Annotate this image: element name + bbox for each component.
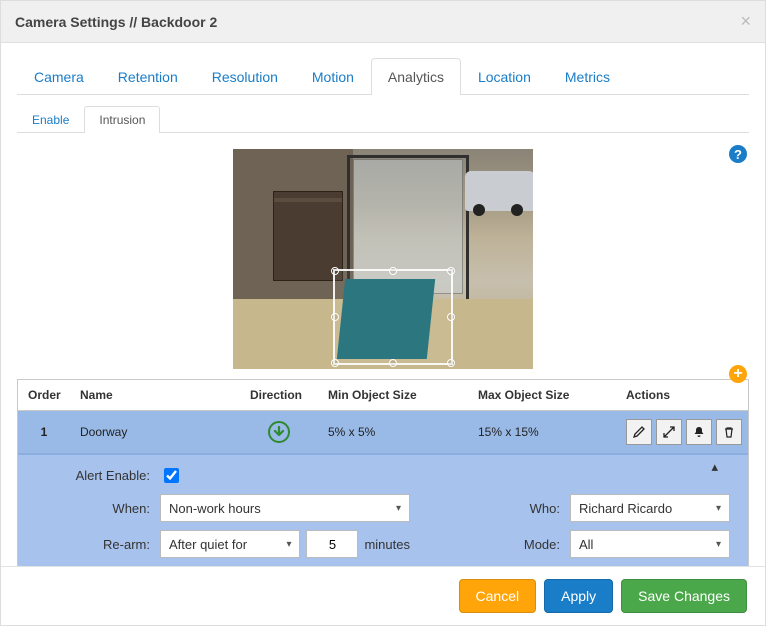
subtab-intrusion[interactable]: Intrusion xyxy=(84,106,160,133)
who-select[interactable]: Richard Ricardo ▾ xyxy=(570,494,730,522)
region-handle-e[interactable] xyxy=(447,313,455,321)
mode-value: All xyxy=(579,537,593,552)
region-handle-w[interactable] xyxy=(331,313,339,321)
chevron-down-icon: ▾ xyxy=(716,503,721,514)
regions-grid: Order Name Direction Min Object Size Max… xyxy=(17,379,749,566)
chevron-down-icon: ▾ xyxy=(716,539,721,550)
grid-row[interactable]: 1 Doorway 5% x 5% 15% x 15% xyxy=(18,411,748,454)
mode-select[interactable]: All ▾ xyxy=(570,530,730,558)
delete-icon[interactable] xyxy=(716,419,742,445)
chevron-down-icon: ▾ xyxy=(396,503,401,514)
row-order: 1 xyxy=(18,417,70,447)
tab-camera[interactable]: Camera xyxy=(17,58,101,95)
chevron-down-icon: ▾ xyxy=(286,539,291,550)
col-direction: Direction xyxy=(240,380,318,410)
resize-icon[interactable] xyxy=(656,419,682,445)
dialog-footer: Cancel Apply Save Changes xyxy=(1,566,765,625)
help-icon[interactable]: ? xyxy=(729,145,747,163)
alert-enable-checkbox[interactable] xyxy=(164,468,179,483)
preview-row: ? xyxy=(17,143,749,379)
region-handle-s[interactable] xyxy=(389,359,397,367)
col-order: Order xyxy=(18,380,70,410)
tab-motion[interactable]: Motion xyxy=(295,58,371,95)
tab-resolution[interactable]: Resolution xyxy=(195,58,295,95)
tab-metrics[interactable]: Metrics xyxy=(548,58,627,95)
save-changes-button[interactable]: Save Changes xyxy=(621,579,747,613)
col-actions: Actions xyxy=(616,380,748,410)
region-handle-n[interactable] xyxy=(389,267,397,275)
direction-down-icon xyxy=(268,421,290,443)
who-value: Richard Ricardo xyxy=(579,501,672,516)
tab-analytics[interactable]: Analytics xyxy=(371,58,461,95)
label-when: When: xyxy=(36,501,154,516)
camera-settings-dialog: Camera Settings // Backdoor 2 × Camera R… xyxy=(0,0,766,626)
row-min: 5% x 5% xyxy=(318,417,468,447)
region-handle-ne[interactable] xyxy=(447,267,455,275)
label-who: Who: xyxy=(494,501,564,516)
grid-header: Order Name Direction Min Object Size Max… xyxy=(18,380,748,411)
when-select[interactable]: Non-work hours ▾ xyxy=(160,494,410,522)
add-region-icon[interactable]: + xyxy=(729,365,747,383)
region-handle-sw[interactable] xyxy=(331,359,339,367)
tab-retention[interactable]: Retention xyxy=(101,58,195,95)
label-alert-enable: Alert Enable: xyxy=(36,468,154,483)
col-min: Min Object Size xyxy=(318,380,468,410)
col-max: Max Object Size xyxy=(468,380,616,410)
camera-preview[interactable] xyxy=(233,149,533,369)
label-mode: Mode: xyxy=(494,537,564,552)
row-max: 15% x 15% xyxy=(468,417,616,447)
cancel-button[interactable]: Cancel xyxy=(459,579,537,613)
collapse-icon[interactable]: ▴ xyxy=(711,459,718,475)
when-value: Non-work hours xyxy=(169,501,261,516)
alert-icon[interactable] xyxy=(686,419,712,445)
rearm-mode-select[interactable]: After quiet for ▾ xyxy=(160,530,300,558)
apply-button[interactable]: Apply xyxy=(544,579,613,613)
region-detail-panel: ▴ Alert Enable: When: Non-work hours ▾ xyxy=(18,454,748,566)
main-tabs: Camera Retention Resolution Motion Analy… xyxy=(17,57,749,95)
sub-tabs: Enable Intrusion xyxy=(17,105,749,133)
row-direction xyxy=(240,413,318,451)
subtab-enable[interactable]: Enable xyxy=(17,106,84,133)
dialog-content: Camera Retention Resolution Motion Analy… xyxy=(1,43,765,566)
close-icon[interactable]: × xyxy=(740,11,751,32)
region-handle-se[interactable] xyxy=(447,359,455,367)
tab-location[interactable]: Location xyxy=(461,58,548,95)
rearm-mode-value: After quiet for xyxy=(169,537,247,552)
region-handle-nw[interactable] xyxy=(331,267,339,275)
edit-icon[interactable] xyxy=(626,419,652,445)
titlebar: Camera Settings // Backdoor 2 × xyxy=(1,1,765,43)
label-minutes: minutes xyxy=(364,537,410,552)
row-name: Doorway xyxy=(70,417,240,447)
col-name: Name xyxy=(70,380,240,410)
detection-region[interactable] xyxy=(333,269,453,365)
label-rearm: Re-arm: xyxy=(36,537,154,552)
window-title: Camera Settings // Backdoor 2 xyxy=(15,14,217,30)
row-actions xyxy=(616,411,752,453)
rearm-value-input[interactable] xyxy=(306,530,358,558)
